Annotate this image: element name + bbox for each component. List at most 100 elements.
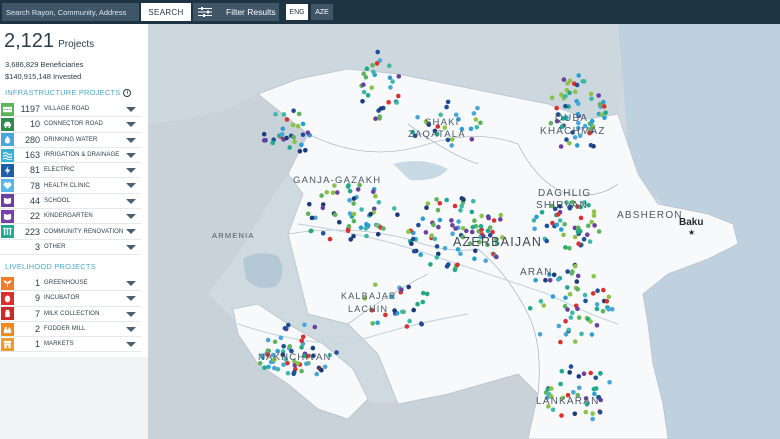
project-dot[interactable] (597, 410, 603, 415)
project-dot[interactable] (567, 370, 572, 375)
project-dot[interactable] (452, 267, 458, 273)
filter-row-kindergarten[interactable]: 22 KINDERGARTEN (0, 209, 141, 225)
project-dot[interactable] (601, 104, 607, 109)
project-dot[interactable] (400, 309, 405, 315)
project-dot[interactable] (370, 321, 375, 326)
project-dot[interactable] (563, 245, 568, 250)
project-dot[interactable] (309, 215, 315, 221)
project-dot[interactable] (432, 236, 438, 242)
project-dot[interactable] (302, 322, 307, 328)
project-dot[interactable] (471, 111, 477, 116)
project-dot[interactable] (347, 211, 353, 216)
project-dot[interactable] (604, 299, 610, 304)
project-dot[interactable] (351, 201, 356, 206)
filter-row-markets[interactable]: 1 MARKETS (0, 337, 141, 353)
project-dot[interactable] (387, 75, 393, 80)
project-dot[interactable] (452, 203, 458, 209)
chevron-down-icon[interactable] (126, 342, 136, 348)
filter-row-fodder-mill[interactable]: 2 FODDER MILL (0, 322, 141, 338)
project-dot[interactable] (278, 335, 284, 341)
project-dot[interactable] (434, 244, 440, 249)
project-dot[interactable] (300, 132, 306, 137)
project-dot[interactable] (541, 303, 546, 308)
project-dot[interactable] (444, 104, 449, 110)
project-dot[interactable] (394, 100, 399, 105)
project-dot[interactable] (531, 218, 537, 223)
project-dot[interactable] (396, 93, 401, 99)
project-dot[interactable] (345, 228, 351, 233)
project-dot[interactable] (468, 126, 474, 132)
chevron-down-icon[interactable] (126, 311, 136, 317)
project-dot[interactable] (574, 279, 580, 284)
project-dot[interactable] (335, 190, 340, 195)
project-dot[interactable] (598, 371, 603, 376)
project-dot[interactable] (594, 302, 600, 307)
project-dot[interactable] (378, 106, 384, 111)
project-dot[interactable] (576, 315, 582, 320)
project-dot[interactable] (550, 294, 556, 299)
project-dot[interactable] (418, 252, 424, 257)
project-dot[interactable] (533, 277, 538, 283)
project-dot[interactable] (330, 190, 336, 195)
project-dot[interactable] (415, 114, 420, 120)
project-dot[interactable] (565, 269, 570, 274)
project-dot[interactable] (351, 218, 357, 224)
project-dot[interactable] (589, 96, 594, 102)
project-dot[interactable] (559, 368, 565, 374)
project-dot[interactable] (287, 344, 293, 349)
project-dot[interactable] (322, 364, 328, 370)
project-dot[interactable] (265, 337, 271, 343)
project-dot[interactable] (424, 205, 429, 210)
chevron-down-icon[interactable] (126, 107, 136, 112)
project-dot[interactable] (562, 222, 567, 227)
project-dot[interactable] (429, 233, 434, 238)
project-dot[interactable] (373, 193, 378, 199)
project-dot[interactable] (567, 78, 573, 83)
project-dot[interactable] (575, 287, 580, 292)
project-dot[interactable] (444, 197, 450, 203)
project-dot[interactable] (473, 248, 478, 254)
project-dot[interactable] (337, 219, 342, 225)
project-dot[interactable] (574, 143, 580, 148)
project-dot[interactable] (597, 102, 603, 107)
project-dot[interactable] (421, 290, 426, 296)
project-dot[interactable] (280, 126, 286, 132)
project-dot[interactable] (563, 318, 568, 324)
project-dot[interactable] (287, 145, 292, 150)
chevron-down-icon[interactable] (126, 296, 136, 302)
project-dot[interactable] (610, 306, 615, 312)
project-dot[interactable] (547, 278, 553, 283)
project-dot[interactable] (570, 269, 575, 274)
project-dot[interactable] (373, 282, 378, 288)
chevron-down-icon[interactable] (126, 152, 136, 158)
project-dot[interactable] (558, 339, 563, 345)
project-dot[interactable] (351, 211, 357, 217)
project-dot[interactable] (392, 206, 397, 211)
filter-row-school[interactable]: 44 SCHOOL (0, 194, 141, 210)
project-dot[interactable] (589, 118, 595, 124)
project-dot[interactable] (371, 189, 376, 194)
project-dot[interactable] (577, 385, 582, 391)
project-dot[interactable] (474, 125, 480, 130)
filter-row-incubator[interactable]: 9 INCUBATOR (0, 291, 141, 307)
project-dot[interactable] (363, 75, 369, 80)
project-dot[interactable] (449, 143, 455, 148)
project-dot[interactable] (576, 374, 582, 379)
project-dot[interactable] (556, 277, 561, 282)
project-dot[interactable] (565, 285, 570, 290)
project-dot[interactable] (460, 226, 466, 231)
project-dot[interactable] (381, 226, 386, 231)
project-dot[interactable] (409, 241, 414, 246)
filter-row-community-renovation[interactable]: 223 COMMUNITY RENOVATION (0, 224, 141, 240)
project-dot[interactable] (455, 262, 460, 268)
project-dot[interactable] (434, 255, 440, 260)
chevron-down-icon[interactable] (126, 281, 136, 286)
project-dot[interactable] (600, 308, 606, 314)
project-dot[interactable] (461, 197, 466, 202)
project-dot[interactable] (563, 103, 568, 109)
project-dot[interactable] (471, 198, 476, 204)
project-dot[interactable] (491, 218, 497, 223)
project-dot[interactable] (446, 262, 451, 267)
project-dot[interactable] (483, 258, 489, 263)
project-dot[interactable] (568, 364, 574, 369)
